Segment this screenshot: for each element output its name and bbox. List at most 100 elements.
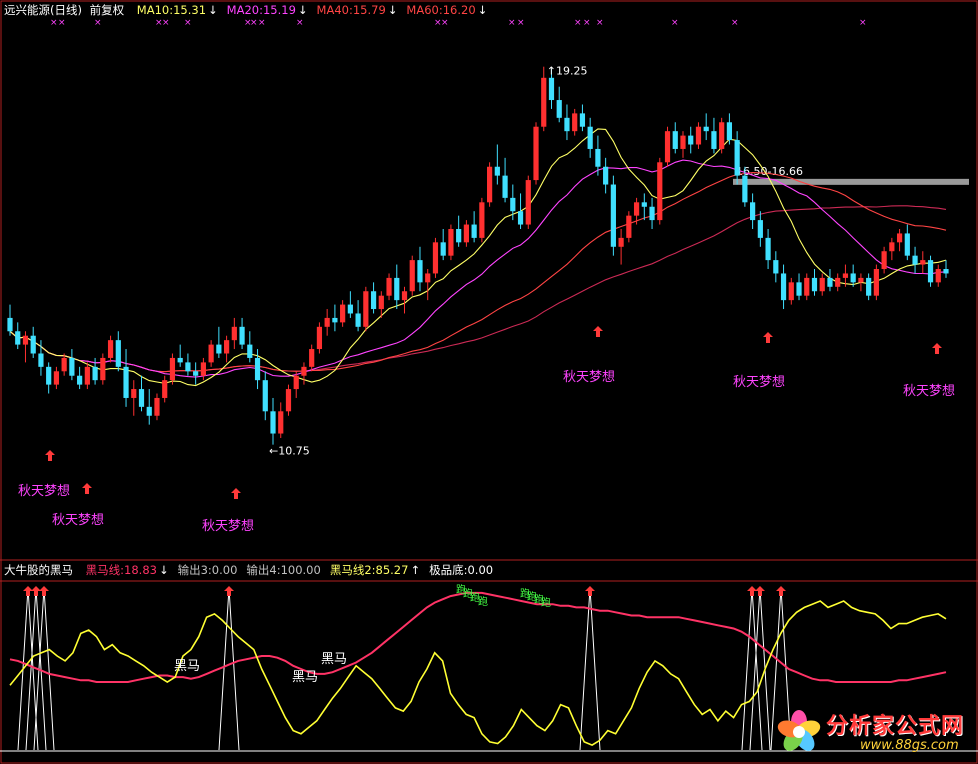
candle-body [711, 131, 717, 149]
signal-text-label: 秋天梦想 [733, 374, 785, 390]
candle-body [425, 273, 431, 283]
candle-body [394, 277, 400, 301]
candle-body [572, 113, 578, 132]
ma-legend-3: MA60:16.20 [406, 3, 476, 17]
candle-body [564, 117, 570, 132]
candle-body [548, 77, 555, 101]
candle-body [115, 340, 121, 367]
candle-body [409, 260, 415, 292]
candle-body [866, 277, 872, 296]
spike-arrow-icon [755, 586, 765, 596]
candle-body [293, 375, 299, 390]
watermark-name: 分析家公式网 [826, 714, 965, 739]
ma-legend-arrow-icon: ↓ [477, 3, 488, 17]
candle-body [525, 180, 531, 225]
candle-body [780, 273, 787, 301]
candle-body [332, 317, 338, 323]
pao-label: 跑 [541, 596, 551, 609]
candle-body [541, 77, 547, 127]
candle-body [850, 273, 856, 283]
candle-body [363, 291, 369, 327]
candle-body [100, 357, 106, 381]
candle-body [672, 131, 678, 149]
candle-body [463, 224, 469, 243]
candle-body [347, 304, 353, 314]
signal-mark-2: × [94, 18, 102, 28]
candle-body [618, 237, 624, 247]
candle-body [92, 366, 98, 381]
signal-up-arrow-icon [763, 332, 773, 343]
candle-body [804, 277, 810, 296]
low-price-label: ←10.75 [269, 445, 310, 458]
heima-label: 黑马 [321, 652, 347, 667]
ma-legend-arrow-icon: ↓ [297, 3, 308, 17]
candle-body [556, 100, 562, 118]
indicator-title[interactable]: 大牛股的黑马 [4, 563, 73, 577]
stock-title[interactable]: 远兴能源(日线) [4, 3, 82, 17]
indicator-legend-3: 黑马线2:85.27 [329, 563, 409, 577]
adjust-mode[interactable]: 前复权 [90, 3, 125, 17]
candle-body [819, 277, 825, 292]
candle-body [61, 357, 67, 372]
candle-body [811, 277, 818, 292]
signal-up-arrow-icon [82, 483, 92, 494]
heima-label: 黑马 [174, 659, 200, 674]
candle-body [378, 295, 384, 310]
signal-mark-4: × [162, 18, 170, 28]
candle-body [502, 175, 508, 198]
candle-body [695, 126, 702, 145]
candle-body [703, 126, 709, 132]
pao-label: 跑 [478, 595, 488, 608]
ma-legend-arrow-icon: ↓ [387, 3, 398, 17]
candle-body [533, 126, 539, 181]
candle-body [517, 211, 524, 225]
candle-body [30, 335, 36, 354]
ma-legend-1: MA20:15.19 [226, 3, 296, 17]
candle-body [579, 113, 586, 127]
candle-body [107, 340, 114, 358]
indicator-legend-arrow-icon: ↑ [410, 563, 421, 577]
candle-body [386, 277, 392, 296]
candle-body [796, 282, 802, 296]
candle-body [169, 357, 176, 381]
candle-body [649, 206, 655, 221]
main-chart-header: 远兴能源(日线) 前复权 MA10:15.31 ↓ MA20:15.19 ↓ MA40:… [4, 3, 487, 17]
candle-body [927, 260, 934, 283]
candle-body [610, 184, 616, 247]
candle-body [719, 122, 725, 149]
candle-body [239, 326, 245, 345]
indicator-legend-4: 极品底:0.00 [429, 563, 494, 577]
candle-body [355, 313, 361, 327]
candle-body [742, 175, 748, 203]
candle-body [131, 389, 137, 398]
candle-body [309, 349, 315, 367]
candle-body [494, 166, 500, 176]
signal-mark-1: × [58, 18, 66, 28]
signal-up-arrow-icon [932, 343, 942, 354]
ma20-line [9, 159, 947, 378]
candle-body [38, 353, 44, 367]
candle-body [216, 344, 222, 354]
candle-body [285, 389, 292, 412]
stock-chart-canvas[interactable]: × × × × × × ×× × × × × × × × × × × × ×16.50-16.66↑19.25←10… [0, 0, 978, 764]
candle-body [208, 344, 214, 363]
candle-body [858, 277, 864, 283]
candle-body [84, 366, 90, 385]
candle-body [603, 166, 609, 185]
spike-arrow-icon [776, 586, 786, 596]
candle-body [835, 277, 841, 287]
candle-body [162, 380, 168, 398]
candle-body [487, 166, 493, 203]
signal-mark-16: × [596, 18, 604, 28]
signal-up-arrow-icon [231, 488, 241, 499]
candle-body [750, 202, 756, 221]
candle-body [270, 411, 276, 434]
candle-body [262, 380, 268, 412]
watermark-url: www.88gs.com [860, 738, 959, 753]
signal-mark-14: × [574, 18, 582, 28]
candle-body [324, 317, 330, 327]
candle-body [370, 291, 377, 310]
watermark: 分析家公式网 www.88gs.com [776, 706, 972, 758]
signal-mark-13: × [517, 18, 525, 28]
signal-mark-12: × [508, 18, 516, 28]
